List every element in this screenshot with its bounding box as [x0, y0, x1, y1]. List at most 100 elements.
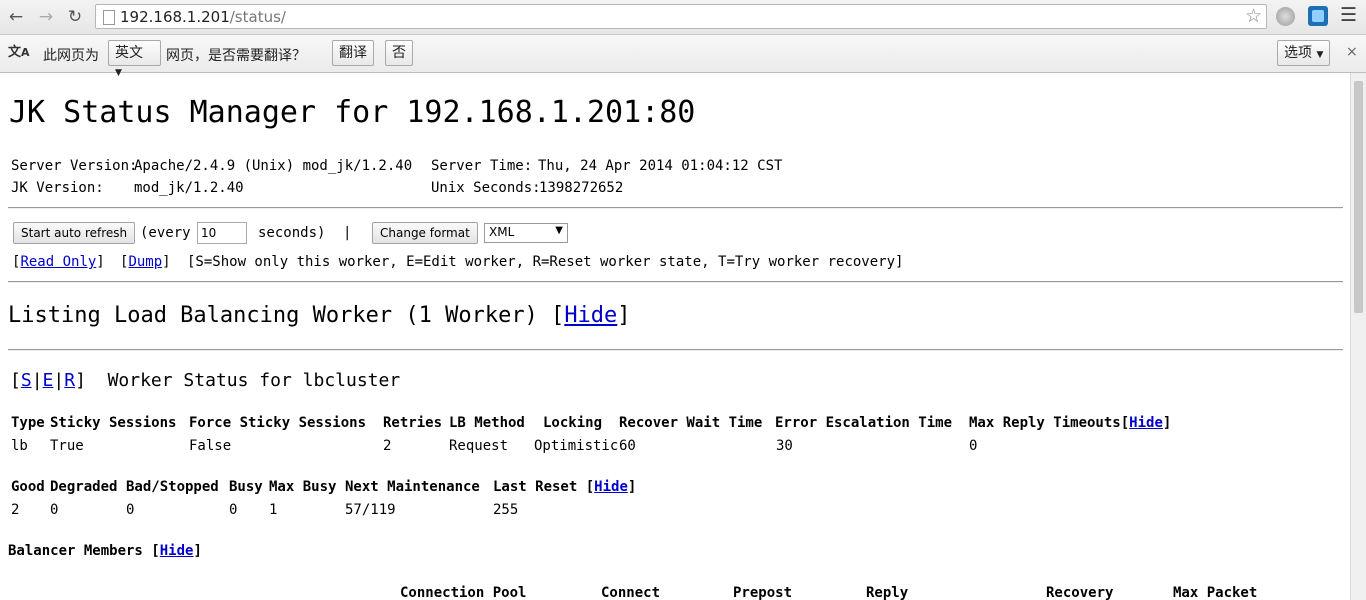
scrollbar[interactable] [1350, 73, 1366, 600]
refresh-interval-input[interactable] [197, 222, 247, 244]
language-select[interactable]: 英文 ▼ [108, 40, 161, 78]
scroll-thumb[interactable] [1354, 81, 1363, 313]
forward-icon[interactable]: → [34, 5, 58, 29]
server-time-value: Thu, 24 Apr 2014 01:04:12 CST [538, 158, 783, 174]
dump-link-wrap: [Dump] [120, 254, 171, 270]
balancer-members-heading: Balancer Members [Hide] [8, 543, 202, 559]
reload-icon[interactable]: ↻ [63, 5, 87, 29]
table-header: Last Reset [Hide] [493, 479, 637, 495]
server-version-value: Apache/2.4.9 (Unix) mod_jk/1.2.40 [134, 158, 413, 174]
table-header: Max Busy [269, 479, 337, 495]
translate-prefix: 此网页为 [43, 48, 99, 64]
table-header: Bad/Stopped [126, 479, 219, 495]
menu-icon[interactable]: ☰ [1340, 4, 1357, 26]
server-version-label: Server Version: [11, 158, 138, 174]
url-path: /status/ [229, 8, 286, 26]
translate-suffix: 网页，是否需要翻译？ [166, 48, 306, 64]
translate-icon: 文A [8, 45, 30, 60]
divider [8, 349, 1343, 351]
table-cell: 2 [383, 438, 392, 454]
auto-refresh-button[interactable]: Start auto refresh [13, 222, 136, 244]
table-header: Recovery [1046, 585, 1114, 600]
table-header: Connect [601, 585, 661, 600]
url-host: 192.168.1.201 [120, 8, 230, 26]
table-cell: 0 [50, 502, 59, 518]
extension-icon[interactable] [1308, 6, 1328, 26]
table-header: Locking [543, 415, 603, 431]
table-header: Degraded [50, 479, 118, 495]
seconds-label: seconds) [258, 225, 326, 241]
hide-link[interactable]: Hide [564, 303, 617, 328]
table-cell: 2 [11, 502, 20, 518]
table-header: Prepost [733, 585, 793, 600]
close-icon[interactable]: × [1346, 44, 1358, 60]
globe-icon[interactable] [1276, 7, 1295, 26]
reset-worker-link[interactable]: R [64, 370, 75, 391]
page-title: JK Status Manager for 192.168.1.201:80 [9, 95, 696, 130]
edit-worker-link[interactable]: E [43, 370, 54, 391]
table-header: Sticky Sessions [50, 415, 177, 431]
jk-version-value: mod_jk/1.2.40 [134, 180, 244, 196]
address-bar[interactable]: 192.168.1.201/status/ ☆ [95, 4, 1267, 29]
table-cell: True [50, 438, 84, 454]
worker-status-heading: [S|E|R] Worker Status for lbcluster [10, 370, 401, 391]
listing-title: Listing Load Balancing Worker (1 Worker) [8, 303, 538, 328]
table-header: Next Maintenance [345, 479, 480, 495]
change-format-button[interactable]: Change format [372, 222, 478, 244]
browser-toolbar: ← → ↻ 192.168.1.201/status/ ☆ ☰ [0, 0, 1366, 35]
table-cell: 60 [619, 438, 636, 454]
listing-heading: Listing Load Balancing Worker (1 Worker)… [8, 303, 631, 328]
table-header-text: Last Reset [493, 479, 578, 495]
hide-link[interactable]: Hide [594, 479, 628, 495]
table-header: Reply [866, 585, 909, 600]
options-label: 选项 [1284, 45, 1312, 61]
bookmark-star-icon[interactable]: ☆ [1245, 5, 1262, 27]
back-icon[interactable]: ← [4, 5, 28, 29]
table-cell: 1 [269, 502, 278, 518]
table-cell: False [189, 438, 232, 454]
page-icon [103, 10, 115, 25]
table-cell: Optimistic [534, 438, 619, 454]
jk-version-label: JK Version: [11, 180, 104, 196]
table-header: Force Sticky Sessions [189, 415, 367, 431]
table-cell: 30 [776, 438, 793, 454]
hide-link[interactable]: Hide [160, 543, 194, 559]
table-header: LB Method [449, 415, 525, 431]
dropdown-arrow-icon: ▼ [555, 225, 563, 236]
table-header: Connection Pool [400, 585, 527, 600]
no-translate-button[interactable]: 否 [385, 40, 413, 66]
table-header: Max Packet [1173, 585, 1258, 600]
hide-link[interactable]: Hide [1129, 415, 1163, 431]
unix-seconds-label: Unix Seconds: [431, 180, 541, 196]
table-header: Retries [383, 415, 443, 431]
table-header: Busy [229, 479, 263, 495]
translate-button[interactable]: 翻译 [332, 40, 374, 66]
unix-seconds-value: 1398272652 [539, 180, 624, 196]
format-select[interactable]: XML ▼ [484, 223, 568, 243]
table-cell: lb [11, 438, 28, 454]
table-header: Error Escalation Time [775, 415, 953, 431]
table-cell: 0 [229, 502, 238, 518]
page-content: JK Status Manager for 192.168.1.201:80 S… [0, 73, 1350, 600]
divider [8, 281, 1343, 283]
worker-status-title: Worker Status for lbcluster [107, 370, 401, 391]
separator: | [343, 225, 352, 241]
table-cell: Request [449, 438, 509, 454]
options-button[interactable]: 选项 ▼ [1277, 40, 1331, 66]
read-only-link[interactable]: Read Only [20, 254, 96, 270]
dump-link[interactable]: Dump [128, 254, 162, 270]
show-worker-link[interactable]: S [21, 370, 32, 391]
table-header: Good [11, 479, 45, 495]
table-cell: 57/119 [345, 502, 396, 518]
table-header: Recover Wait Time [619, 415, 763, 431]
table-cell: 0 [969, 438, 978, 454]
table-header: Type [11, 415, 45, 431]
action-legend: [S=Show only this worker, E=Edit worker,… [187, 254, 904, 270]
table-header: Max Reply Timeouts[Hide] [969, 415, 1172, 431]
table-header-text: Max Reply Timeouts [969, 415, 1121, 431]
url-text[interactable]: 192.168.1.201/status/ [120, 8, 286, 26]
read-only-link-wrap: [Read Only] [12, 254, 105, 270]
dropdown-arrow-icon: ▼ [1316, 50, 1324, 60]
every-label: (every [140, 225, 191, 241]
translate-infobar: 文A 此网页为 英文 ▼ 网页，是否需要翻译？ 翻译 否 选项 ▼ × [0, 35, 1366, 78]
